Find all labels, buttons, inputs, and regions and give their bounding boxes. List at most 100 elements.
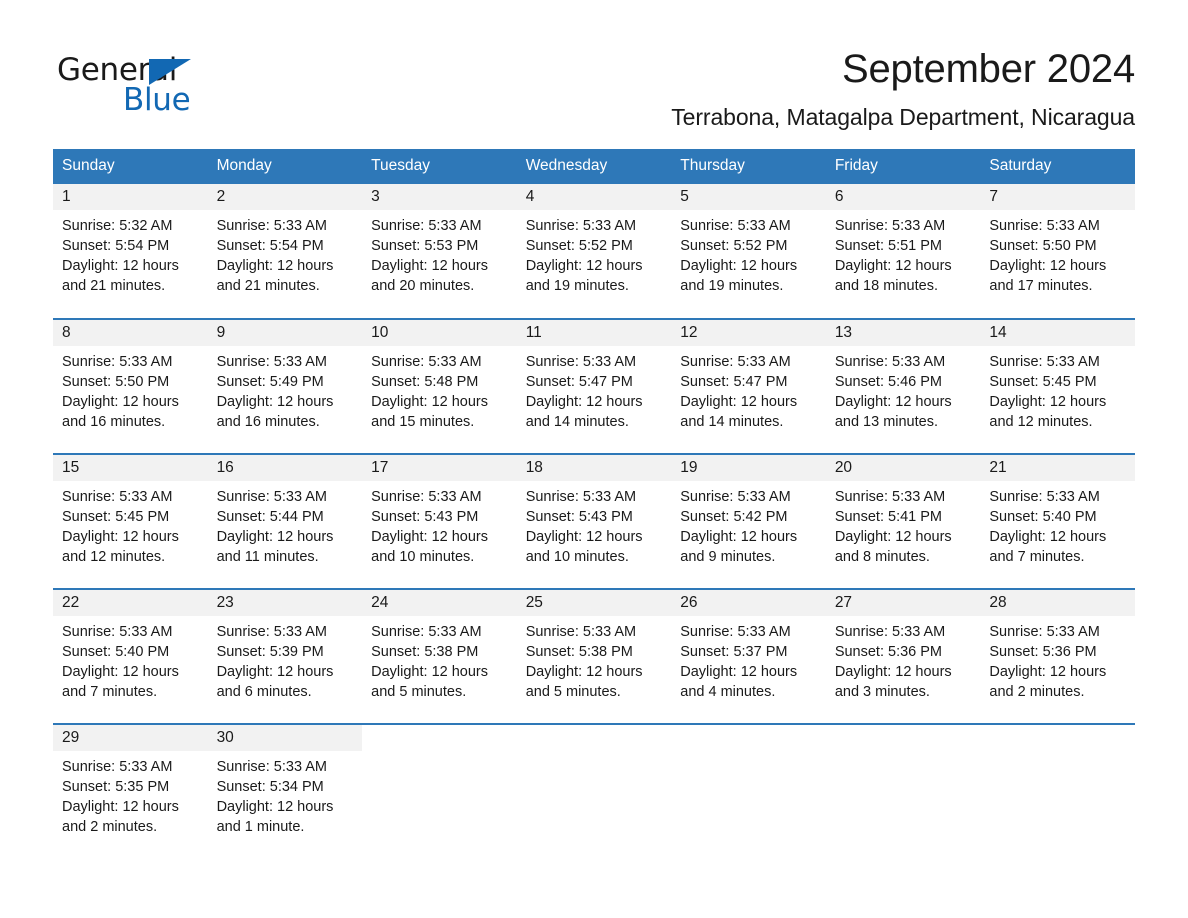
day-cell-content: 22 Sunrise: 5:33 AM Sunset: 5:40 PM Dayligh…	[53, 590, 208, 723]
calendar-day-cell[interactable]: 20 Sunrise: 5:33 AM Sunset: 5:41 PM Dayligh…	[825, 453, 981, 589]
daylight-text: Daylight: 12 hours and 21 minutes.	[62, 258, 179, 294]
calendar-day-cell[interactable]: 17 Sunrise: 5:33 AM Sunset: 5:43 PM Dayligh…	[362, 453, 517, 589]
weekday-header-monday: Monday	[207, 149, 363, 184]
calendar-day-cell[interactable]: 24 Sunrise: 5:33 AM Sunset: 5:38 PM Dayligh…	[362, 588, 517, 724]
day-details: Sunrise: 5:33 AM Sunset: 5:53 PM Daylight:…	[362, 210, 517, 296]
sunrise-text: Sunrise: 5:33 AM	[216, 218, 327, 234]
day-number: 24	[362, 590, 517, 616]
calendar-day-cell[interactable]: 8 Sunrise: 5:33 AM Sunset: 5:50 PM Daylight…	[53, 318, 208, 454]
weekday-header-wednesday: Wednesday	[516, 149, 672, 184]
calendar-day-cell[interactable]: 5 Sunrise: 5:33 AM Sunset: 5:52 PM Daylight…	[671, 184, 826, 319]
sunrise-text: Sunrise: 5:33 AM	[216, 759, 327, 775]
calendar-day-cell[interactable]: 9 Sunrise: 5:33 AM Sunset: 5:49 PM Daylight…	[207, 318, 363, 454]
sunrise-text: Sunrise: 5:33 AM	[62, 624, 173, 640]
day-number: 13	[825, 320, 981, 346]
day-cell-content: 29 Sunrise: 5:33 AM Sunset: 5:35 PM Dayligh…	[53, 725, 208, 859]
day-details: Sunrise: 5:33 AM Sunset: 5:40 PM Daylight:…	[53, 616, 208, 702]
calendar-day-cell[interactable]: 11 Sunrise: 5:33 AM Sunset: 5:47 PM Dayligh…	[516, 318, 672, 454]
day-number: 12	[671, 320, 826, 346]
day-number: 17	[362, 455, 517, 481]
calendar-day-cell[interactable]: 22 Sunrise: 5:33 AM Sunset: 5:40 PM Dayligh…	[53, 588, 208, 724]
sunset-text: Sunset: 5:47 PM	[680, 374, 788, 390]
sunset-text: Sunset: 5:39 PM	[216, 644, 324, 660]
sunrise-text: Sunrise: 5:33 AM	[834, 354, 946, 370]
day-cell-content: 24 Sunrise: 5:33 AM Sunset: 5:38 PM Dayligh…	[362, 590, 517, 723]
day-number: 16	[207, 455, 363, 481]
sunset-text: Sunset: 5:41 PM	[834, 509, 943, 525]
sunrise-text: Sunrise: 5:33 AM	[62, 354, 173, 370]
calendar-day-cell	[980, 723, 1135, 859]
calendar-day-cell[interactable]: 2 Sunrise: 5:33 AM Sunset: 5:54 PM Daylight…	[207, 184, 363, 319]
calendar-day-cell[interactable]: 27 Sunrise: 5:33 AM Sunset: 5:36 PM Dayligh…	[825, 588, 981, 724]
calendar-day-cell[interactable]: 3 Sunrise: 5:33 AM Sunset: 5:53 PM Daylight…	[362, 184, 517, 319]
calendar-day-cell[interactable]: 28 Sunrise: 5:33 AM Sunset: 5:36 PM Dayligh…	[980, 588, 1135, 724]
sunset-text: Sunset: 5:46 PM	[834, 374, 943, 390]
calendar-day-cell[interactable]: 7 Sunrise: 5:33 AM Sunset: 5:50 PM Daylight…	[980, 184, 1135, 319]
day-number: 26	[671, 590, 826, 616]
title-block: September 2024 Terrabona, Matagalpa Depa…	[243, 44, 1135, 131]
logo-text-blue: Blue	[123, 82, 191, 118]
day-cell-content: 2 Sunrise: 5:33 AM Sunset: 5:54 PM Daylight…	[207, 184, 363, 318]
sunrise-text: Sunrise: 5:33 AM	[525, 218, 637, 234]
calendar-day-cell[interactable]: 12 Sunrise: 5:33 AM Sunset: 5:47 PM Dayligh…	[671, 318, 826, 454]
day-details: Sunrise: 5:33 AM Sunset: 5:47 PM Daylight:…	[671, 346, 826, 432]
day-cell-content: 16 Sunrise: 5:33 AM Sunset: 5:44 PM Dayligh…	[207, 455, 363, 588]
day-details: Sunrise: 5:33 AM Sunset: 5:50 PM Daylight:…	[53, 346, 208, 432]
calendar-day-cell[interactable]: 19 Sunrise: 5:33 AM Sunset: 5:42 PM Dayligh…	[671, 453, 826, 589]
page-header: General Blue September 2024 Terrabona, M…	[53, 0, 1135, 131]
calendar-day-cell[interactable]: 30 Sunrise: 5:33 AM Sunset: 5:34 PM Dayligh…	[207, 723, 363, 859]
day-number: 27	[825, 590, 981, 616]
general-blue-logo: General Blue	[53, 44, 243, 118]
sunset-text: Sunset: 5:43 PM	[371, 509, 479, 525]
calendar-week-row: 1 Sunrise: 5:32 AM Sunset: 5:54 PM Daylight…	[53, 184, 1135, 319]
day-details: Sunrise: 5:33 AM Sunset: 5:50 PM Daylight:…	[980, 210, 1135, 296]
calendar-week-row: 8 Sunrise: 5:33 AM Sunset: 5:50 PM Daylight…	[53, 318, 1135, 454]
day-number: 23	[207, 590, 363, 616]
day-cell-content: 13 Sunrise: 5:33 AM Sunset: 5:46 PM Dayligh…	[825, 320, 981, 453]
calendar-day-cell[interactable]: 1 Sunrise: 5:32 AM Sunset: 5:54 PM Daylight…	[53, 184, 208, 319]
day-cell-content	[980, 725, 1135, 859]
daylight-text: Daylight: 12 hours and 12 minutes.	[989, 394, 1107, 430]
day-cell-content: 15 Sunrise: 5:33 AM Sunset: 5:45 PM Dayligh…	[53, 455, 208, 588]
day-number: 22	[53, 590, 208, 616]
day-cell-content: 10 Sunrise: 5:33 AM Sunset: 5:48 PM Dayligh…	[362, 320, 517, 453]
sunrise-text: Sunrise: 5:33 AM	[525, 624, 637, 640]
sunset-text: Sunset: 5:50 PM	[989, 238, 1097, 254]
calendar-day-cell[interactable]: 29 Sunrise: 5:33 AM Sunset: 5:35 PM Dayligh…	[53, 723, 208, 859]
calendar-day-cell[interactable]: 26 Sunrise: 5:33 AM Sunset: 5:37 PM Dayligh…	[671, 588, 826, 724]
daylight-text: Daylight: 12 hours and 19 minutes.	[525, 258, 643, 294]
sunrise-text: Sunrise: 5:33 AM	[680, 354, 791, 370]
sunrise-text: Sunrise: 5:33 AM	[989, 624, 1100, 640]
sunset-text: Sunset: 5:36 PM	[834, 644, 943, 660]
day-details: Sunrise: 5:33 AM Sunset: 5:40 PM Daylight:…	[980, 481, 1135, 567]
calendar-day-cell[interactable]: 15 Sunrise: 5:33 AM Sunset: 5:45 PM Dayligh…	[53, 453, 208, 589]
daylight-text: Daylight: 12 hours and 14 minutes.	[680, 394, 798, 430]
sunrise-text: Sunrise: 5:32 AM	[62, 218, 173, 234]
sunrise-text: Sunrise: 5:33 AM	[680, 624, 791, 640]
calendar-day-cell[interactable]: 4 Sunrise: 5:33 AM Sunset: 5:52 PM Daylight…	[516, 184, 672, 319]
sunrise-text: Sunrise: 5:33 AM	[989, 354, 1100, 370]
calendar-day-cell[interactable]: 14 Sunrise: 5:33 AM Sunset: 5:45 PM Dayligh…	[980, 318, 1135, 454]
calendar-day-cell[interactable]: 6 Sunrise: 5:33 AM Sunset: 5:51 PM Daylight…	[825, 184, 981, 319]
sunset-text: Sunset: 5:45 PM	[62, 509, 170, 525]
calendar-day-cell[interactable]: 18 Sunrise: 5:33 AM Sunset: 5:43 PM Dayligh…	[516, 453, 672, 589]
sunset-text: Sunset: 5:50 PM	[62, 374, 170, 390]
calendar-week-row: 29 Sunrise: 5:33 AM Sunset: 5:35 PM Dayligh…	[53, 723, 1135, 859]
calendar-day-cell	[516, 723, 672, 859]
daylight-text: Daylight: 12 hours and 3 minutes.	[834, 664, 952, 700]
calendar-day-cell[interactable]: 16 Sunrise: 5:33 AM Sunset: 5:44 PM Dayligh…	[207, 453, 363, 589]
calendar-day-cell[interactable]: 23 Sunrise: 5:33 AM Sunset: 5:39 PM Dayligh…	[207, 588, 363, 724]
sunset-text: Sunset: 5:43 PM	[525, 509, 633, 525]
calendar-day-cell[interactable]: 13 Sunrise: 5:33 AM Sunset: 5:46 PM Dayligh…	[825, 318, 981, 454]
day-cell-content: 23 Sunrise: 5:33 AM Sunset: 5:39 PM Dayligh…	[207, 590, 363, 723]
page-title: September 2024	[842, 47, 1135, 91]
daylight-text: Daylight: 12 hours and 17 minutes.	[989, 258, 1107, 294]
calendar-day-cell[interactable]: 25 Sunrise: 5:33 AM Sunset: 5:38 PM Dayligh…	[516, 588, 672, 724]
day-details: Sunrise: 5:33 AM Sunset: 5:34 PM Daylight:…	[208, 751, 363, 837]
day-details: Sunrise: 5:33 AM Sunset: 5:36 PM Daylight:…	[980, 616, 1135, 702]
calendar-day-cell[interactable]: 21 Sunrise: 5:33 AM Sunset: 5:40 PM Dayligh…	[980, 453, 1135, 589]
calendar-day-cell[interactable]: 10 Sunrise: 5:33 AM Sunset: 5:48 PM Dayligh…	[362, 318, 517, 454]
sunrise-text: Sunrise: 5:33 AM	[834, 489, 946, 505]
day-details: Sunrise: 5:33 AM Sunset: 5:35 PM Daylight:…	[53, 751, 208, 837]
day-cell-content: 6 Sunrise: 5:33 AM Sunset: 5:51 PM Daylight…	[825, 184, 981, 318]
